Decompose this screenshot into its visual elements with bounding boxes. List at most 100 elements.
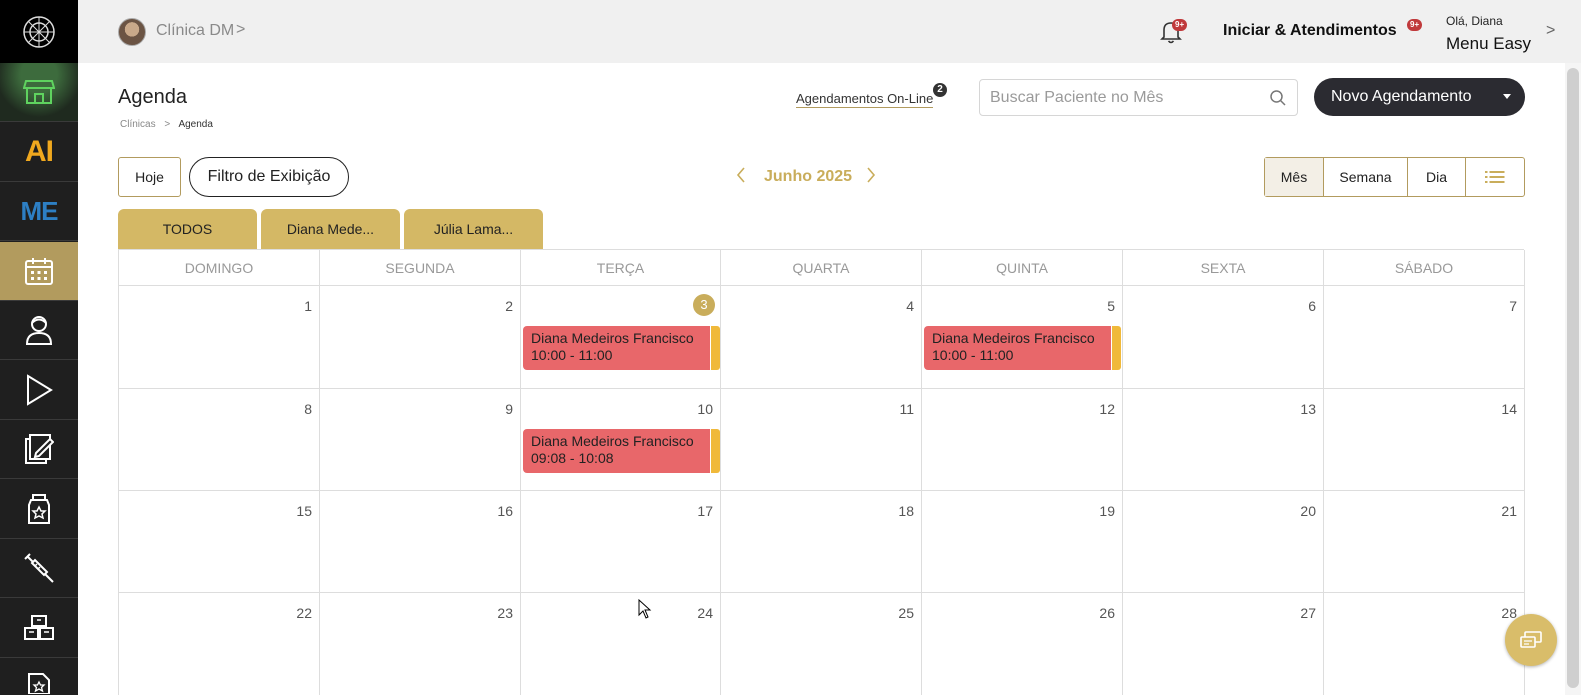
day-number[interactable]: 12 (1099, 401, 1115, 417)
calendar-day-cell[interactable]: 12 (922, 389, 1123, 491)
view-day-button[interactable]: Dia (1408, 158, 1466, 196)
day-number[interactable]: 15 (296, 503, 312, 519)
calendar-day-cell[interactable]: 11 (721, 389, 922, 491)
day-number[interactable]: 24 (697, 605, 713, 621)
display-filter-button[interactable]: Filtro de Exibição (189, 157, 349, 197)
caret-down-icon[interactable] (1503, 94, 1511, 99)
tab-todos[interactable]: TODOS (118, 209, 257, 249)
appointment-status-tag[interactable] (711, 326, 720, 370)
ai-icon[interactable]: AI (0, 123, 78, 182)
notifications-button[interactable]: 9+ (1160, 19, 1188, 49)
calendar-day-cell[interactable]: 17 (521, 491, 721, 593)
document-star-icon[interactable] (0, 658, 78, 695)
search-icon[interactable] (1269, 89, 1287, 107)
day-number[interactable]: 5 (1107, 298, 1115, 314)
chevron-right-icon[interactable]: > (1546, 22, 1555, 40)
store-icon[interactable] (0, 63, 78, 122)
menu-easy-button[interactable]: Menu Easy (1446, 34, 1531, 54)
calendar-day-cell[interactable]: 15 (119, 491, 320, 593)
chevron-right-icon[interactable]: > (236, 21, 245, 39)
play-icon[interactable] (0, 361, 78, 420)
tab-julia[interactable]: Júlia Lama... (404, 209, 543, 249)
day-number[interactable]: 14 (1501, 401, 1517, 417)
view-list-button[interactable] (1466, 158, 1524, 196)
calendar-day-cell[interactable]: 10 Diana Medeiros Francisco 09:08 - 10:08 (521, 389, 721, 491)
calendar-day-cell[interactable]: 3 Diana Medeiros Francisco 10:00 - 11:00 (521, 286, 721, 389)
calendar-day-cell[interactable]: 26 (922, 593, 1123, 695)
day-number[interactable]: 21 (1501, 503, 1517, 519)
day-number[interactable]: 8 (304, 401, 312, 417)
day-number[interactable]: 27 (1300, 605, 1316, 621)
today-day-number[interactable]: 3 (693, 294, 715, 316)
calendar-day-cell[interactable]: 18 (721, 491, 922, 593)
day-number[interactable]: 6 (1308, 298, 1316, 314)
boxes-icon[interactable] (0, 599, 78, 658)
iniciar-atendimentos-link[interactable]: Iniciar & Atendimentos (1223, 22, 1397, 40)
scrollbar-thumb[interactable] (1567, 68, 1579, 688)
agendamentos-online-link[interactable]: Agendamentos On-Line (796, 91, 934, 108)
day-number[interactable]: 7 (1509, 298, 1517, 314)
calendar-day-cell[interactable]: 22 (119, 593, 320, 695)
clinic-name[interactable]: Clínica DM (156, 22, 234, 40)
calendar-day-cell[interactable]: 9 (320, 389, 521, 491)
day-number[interactable]: 23 (497, 605, 513, 621)
day-number[interactable]: 10 (697, 401, 713, 417)
calendar-day-cell[interactable]: 8 (119, 389, 320, 491)
calendar-day-cell[interactable]: 28 (1324, 593, 1525, 695)
me-icon[interactable]: ME (0, 182, 78, 241)
day-number[interactable]: 4 (906, 298, 914, 314)
day-number[interactable]: 19 (1099, 503, 1115, 519)
chevron-right-icon[interactable] (866, 166, 876, 189)
appointment-event[interactable]: Diana Medeiros Francisco 09:08 - 10:08 (523, 429, 710, 473)
day-number[interactable]: 11 (899, 401, 914, 417)
view-week-button[interactable]: Semana (1324, 158, 1408, 196)
appointment-event[interactable]: Diana Medeiros Francisco 10:00 - 11:00 (523, 326, 710, 370)
day-number[interactable]: 16 (497, 503, 513, 519)
calendar-day-cell[interactable]: 2 (320, 286, 521, 389)
calendar-day-cell[interactable]: 25 (721, 593, 922, 695)
novo-agendamento-button[interactable]: Novo Agendamento (1314, 78, 1525, 116)
appointment-event[interactable]: Diana Medeiros Francisco 10:00 - 11:00 (924, 326, 1111, 370)
today-button[interactable]: Hoje (118, 157, 181, 197)
calendar-day-cell[interactable]: 21 (1324, 491, 1525, 593)
chevron-left-icon[interactable] (736, 166, 746, 189)
calendar-day-cell[interactable]: 14 (1324, 389, 1525, 491)
calendar-day-cell[interactable]: 7 (1324, 286, 1525, 389)
day-number[interactable]: 22 (296, 605, 312, 621)
appointment-status-tag[interactable] (1112, 326, 1121, 370)
calendar-day-cell[interactable]: 23 (320, 593, 521, 695)
appointment-status-tag[interactable] (711, 429, 720, 473)
day-number[interactable]: 9 (505, 401, 513, 417)
calendar-day-cell[interactable]: 4 (721, 286, 922, 389)
day-number[interactable]: 18 (898, 503, 914, 519)
tab-diana[interactable]: Diana Mede... (261, 209, 400, 249)
calendar-day-cell[interactable]: 19 (922, 491, 1123, 593)
day-number[interactable]: 20 (1300, 503, 1316, 519)
day-number[interactable]: 25 (898, 605, 914, 621)
day-number[interactable]: 26 (1099, 605, 1115, 621)
breadcrumb-parent[interactable]: Clínicas (120, 119, 156, 130)
chat-button[interactable] (1505, 614, 1557, 666)
calendar-day-cell[interactable]: 5 Diana Medeiros Francisco 10:00 - 11:00 (922, 286, 1123, 389)
syringe-icon[interactable] (0, 539, 78, 598)
edit-document-icon[interactable] (0, 420, 78, 479)
logo-icon[interactable] (0, 0, 78, 63)
user-icon[interactable] (0, 301, 78, 360)
clinic-avatar[interactable] (118, 18, 146, 46)
calendar-day-cell[interactable]: 24 (521, 593, 721, 695)
day-number[interactable]: 2 (505, 298, 513, 314)
calendar-day-cell[interactable]: 13 (1123, 389, 1324, 491)
search-input[interactable] (990, 80, 1260, 115)
calendar-day-cell[interactable]: 27 (1123, 593, 1324, 695)
day-number[interactable]: 1 (304, 298, 312, 314)
calendar-day-cell[interactable]: 1 (119, 286, 320, 389)
calendar-day-cell[interactable]: 6 (1123, 286, 1324, 389)
breadcrumb: Clínicas > Agenda (120, 119, 213, 130)
calendar-day-cell[interactable]: 16 (320, 491, 521, 593)
calendar-day-cell[interactable]: 20 (1123, 491, 1324, 593)
calendar-icon[interactable] (0, 242, 78, 301)
day-number[interactable]: 17 (697, 503, 713, 519)
day-number[interactable]: 13 (1300, 401, 1316, 417)
medicine-bottle-icon[interactable] (0, 480, 78, 539)
view-month-button[interactable]: Mês (1265, 158, 1324, 196)
